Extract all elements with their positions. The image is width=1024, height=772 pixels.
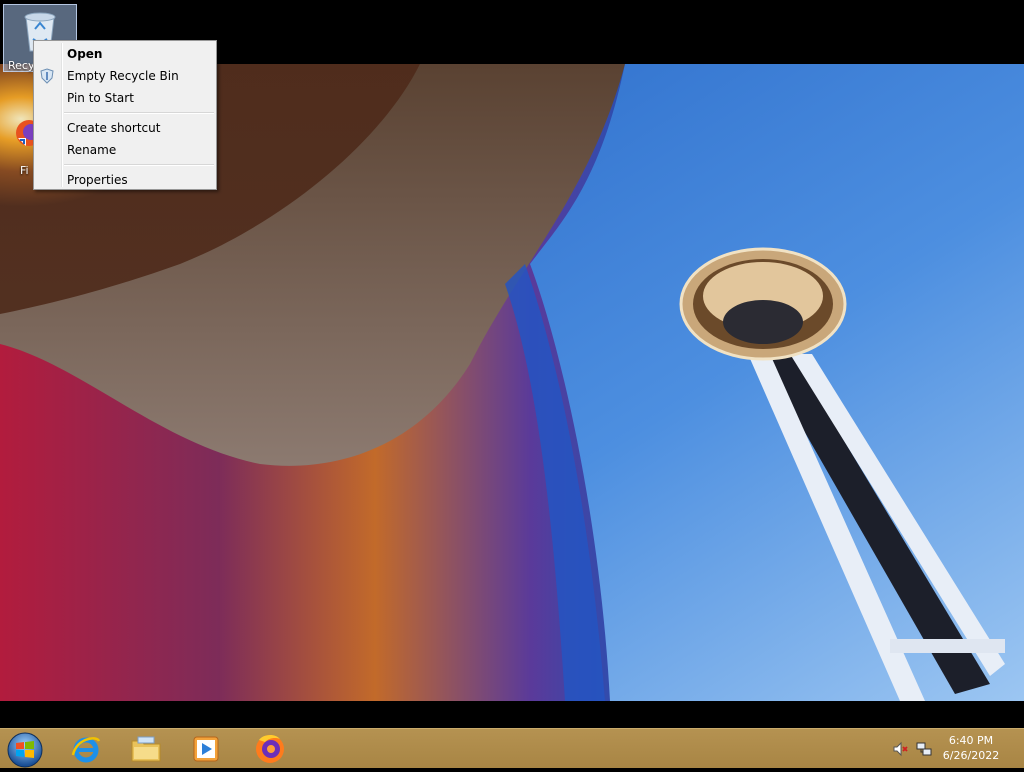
wallpaper-letterbox-bottom [0,701,1024,728]
taskbar-media-player[interactable] [178,730,234,768]
clock[interactable]: 6:40 PM 6/26/2022 [936,733,1006,763]
start-button[interactable] [6,731,44,769]
menu-item-pin-to-start[interactable]: Pin to Start [34,87,216,109]
menu-item-label: Empty Recycle Bin [67,69,179,83]
menu-item-create-shortcut[interactable]: Create shortcut [34,117,216,139]
firefox-icon [256,734,284,763]
taskbar-firefox[interactable] [242,730,298,768]
shield-icon [40,68,54,84]
speaker-muted-icon[interactable] [892,741,908,757]
desktop-icon-label: Fi [20,164,29,177]
internet-explorer-icon [71,737,101,763]
menu-item-label: Pin to Start [67,91,134,105]
file-explorer-icon [131,736,161,762]
menu-item-rename[interactable]: Rename [34,139,216,161]
menu-item-properties[interactable]: Properties [34,169,216,191]
network-icon[interactable] [916,741,932,757]
menu-item-empty-recycle-bin[interactable]: Empty Recycle Bin [34,65,216,87]
menu-separator [64,112,214,114]
context-menu: Open Empty Recycle Bin Pin to Start Crea… [33,40,217,190]
taskbar: 6:40 PM 6/26/2022 [0,728,1024,768]
media-player-icon [193,736,219,762]
system-tray: 6:40 PM 6/26/2022 [884,729,1024,769]
clock-date: 6/26/2022 [942,749,1000,762]
menu-item-label: Rename [67,143,117,157]
taskbar-internet-explorer[interactable] [58,730,114,768]
windows-logo-icon [7,732,43,768]
menu-item-label: Properties [67,173,128,187]
menu-item-label: Open [67,47,103,61]
taskbar-file-explorer[interactable] [118,730,174,768]
menu-separator [64,164,214,166]
menu-item-label: Create shortcut [67,121,161,135]
clock-time: 6:40 PM [948,734,994,747]
menu-item-open[interactable]: Open [34,43,216,65]
